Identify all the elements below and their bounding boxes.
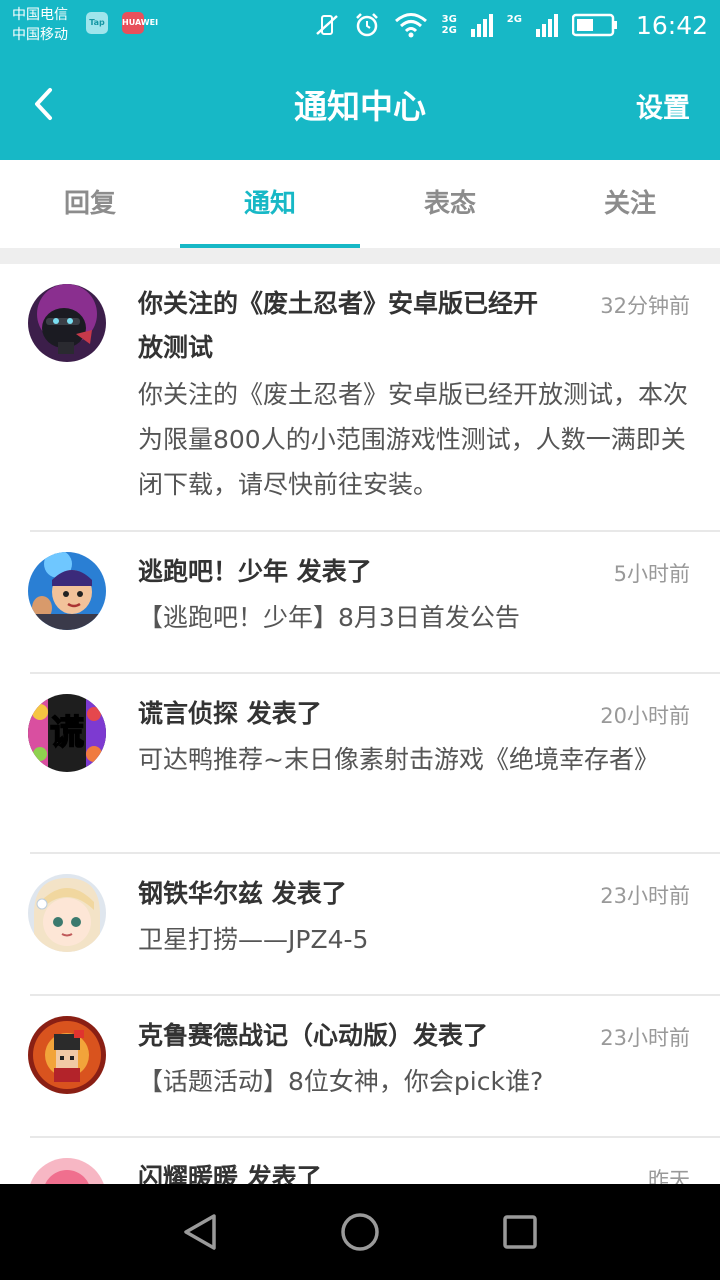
notification-time: 5小时前 — [613, 562, 690, 586]
triangle-back-icon — [184, 1214, 216, 1250]
alarm-icon — [355, 13, 378, 37]
notification-body: 可达鸭推荐~末日像素射击游戏《绝境幸存者》 — [138, 745, 659, 774]
notification-title: 谎言侦探 发表了 — [138, 699, 322, 728]
signal-strength-icon-1 — [470, 14, 493, 37]
crusaders-quest-avatar[interactable] — [28, 1016, 106, 1094]
notification-time: 23小时前 — [600, 1026, 690, 1050]
status-bar: 中国电信 中国移动 Tap HUAWEI 3G 2G 2G 16:42 — [0, 0, 720, 50]
nav-back-button[interactable] — [176, 1208, 224, 1256]
status-icons: 3G 2G 2G 16:42 — [314, 0, 708, 50]
notification-time: 昨天 — [648, 1168, 690, 1184]
tab-following[interactable]: 关注 — [540, 160, 720, 248]
settings-button[interactable]: 设置 — [636, 86, 690, 125]
shining-nikki-avatar[interactable] — [28, 1158, 106, 1184]
notification-body: 【逃跑吧！少年】8月3日首发公告 — [138, 603, 520, 632]
notification-item[interactable]: 钢铁华尔兹 发表了 23小时前 卫星打捞——JPZ4-5 — [28, 854, 720, 996]
huawei-notification-icon: HUAWEI — [122, 12, 158, 34]
notification-title: 你关注的《废土忍者》安卓版已经开放测试 — [138, 289, 539, 362]
signal-strength-icon-2 — [535, 14, 558, 37]
tab-replies[interactable]: 回复 — [0, 160, 180, 248]
network-type-label-2: 2G — [507, 14, 522, 36]
wasteland-ninja-avatar[interactable] — [28, 284, 106, 362]
notification-title: 闪耀暖暖 发表了 — [138, 1163, 322, 1184]
network-type-labels: 3G 2G — [442, 14, 457, 36]
notification-time: 20小时前 — [600, 704, 690, 728]
lie-detective-game-icon: 谎 — [28, 694, 106, 772]
chevron-left-icon — [35, 88, 52, 120]
notification-body: 你关注的《废土忍者》安卓版已经开放测试，本次为限量800人的小范围游戏性测试，人… — [138, 380, 689, 499]
notification-body: 【话题活动】8位女神，你会pick谁? — [138, 1067, 544, 1096]
back-button[interactable] — [26, 84, 66, 124]
run-boy-avatar[interactable] — [28, 552, 106, 630]
notification-item[interactable]: 克鲁赛德战记（心动版）发表了 23小时前 【话题活动】8位女神，你会pick谁? — [28, 996, 720, 1138]
network-label-2g: 2G — [441, 25, 457, 36]
carrier-1: 中国电信 — [12, 7, 68, 23]
iron-waltz-game-icon — [28, 874, 106, 952]
nav-recent-apps-button[interactable] — [496, 1208, 544, 1256]
nav-home-button[interactable] — [336, 1208, 384, 1256]
notification-title: 克鲁赛德战记（心动版）发表了 — [138, 1021, 489, 1050]
lie-detective-avatar[interactable]: 谎 — [28, 694, 106, 772]
divider — [0, 248, 720, 264]
tab-bar: 回复 通知 表态 关注 — [0, 160, 720, 248]
notification-time: 23小时前 — [600, 884, 690, 908]
shining-nikki-game-icon — [28, 1158, 106, 1184]
network-label-3g: 3G — [441, 14, 457, 25]
notification-item[interactable]: 闪耀暖暖 发表了 昨天 — [28, 1138, 720, 1184]
network-label-2g-b: 2G — [506, 14, 522, 25]
vibrate-off-icon — [315, 15, 338, 35]
page-title: 通知中心 — [294, 87, 426, 126]
notification-title: 钢铁华尔兹 发表了 — [138, 879, 347, 908]
wifi-icon — [394, 13, 427, 38]
crusaders-quest-game-icon — [28, 1016, 106, 1094]
battery-icon — [571, 13, 617, 37]
app-header: 通知中心 设置 — [0, 50, 720, 160]
square-recent-icon — [503, 1215, 537, 1249]
notification-item[interactable]: 你关注的《废土忍者》安卓版已经开放测试 32分钟前 你关注的《废土忍者》安卓版已… — [28, 264, 720, 532]
tab-notifications[interactable]: 通知 — [180, 160, 360, 248]
avatar-glyph: 谎 — [50, 713, 84, 753]
circle-home-icon — [341, 1213, 379, 1251]
notification-body: 卫星打捞——JPZ4-5 — [138, 925, 369, 954]
carrier-info: 中国电信 中国移动 — [12, 5, 68, 45]
taptap-notification-icon: Tap — [86, 12, 108, 34]
clock: 16:42 — [635, 10, 708, 40]
notification-title: 逃跑吧！少年 发表了 — [138, 557, 372, 586]
notification-list: 你关注的《废土忍者》安卓版已经开放测试 32分钟前 你关注的《废土忍者》安卓版已… — [0, 264, 720, 1184]
tab-reactions[interactable]: 表态 — [360, 160, 540, 248]
wasteland-ninja-game-icon — [28, 284, 106, 362]
iron-waltz-avatar[interactable] — [28, 874, 106, 952]
notification-time: 32分钟前 — [600, 294, 690, 318]
carrier-2: 中国移动 — [12, 27, 68, 43]
system-navigation-bar — [0, 1184, 720, 1280]
notification-item[interactable]: 谎 谎言侦探 发表了 20小时前 可达鸭推荐~末日像素射击游戏《绝境幸存者》 — [28, 674, 720, 854]
run-boy-game-icon — [28, 552, 106, 630]
notification-item[interactable]: 逃跑吧！少年 发表了 5小时前 【逃跑吧！少年】8月3日首发公告 — [28, 532, 720, 674]
